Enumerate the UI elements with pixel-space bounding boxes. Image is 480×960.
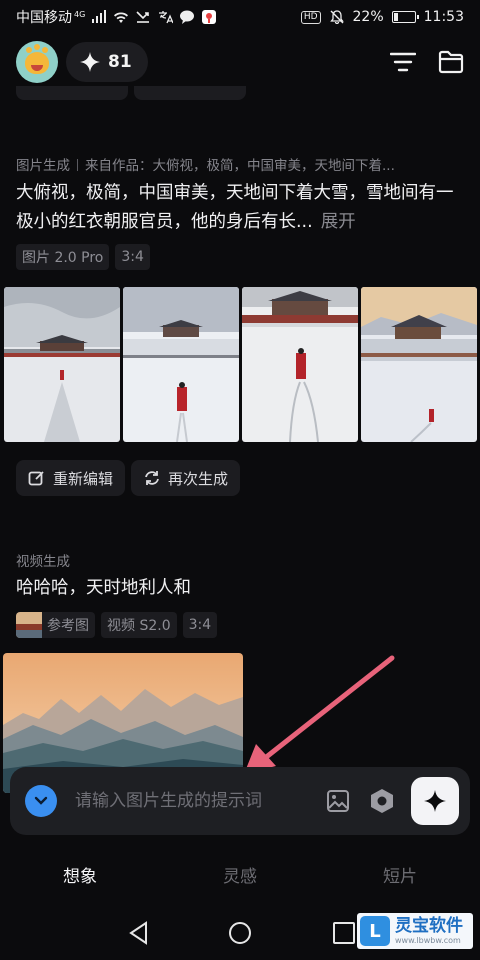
prev-action-button[interactable] bbox=[16, 86, 128, 100]
wifi-icon bbox=[114, 12, 129, 23]
bottom-tab-bar: 想象 灵感 短片 bbox=[0, 852, 480, 902]
image-upload-button[interactable] bbox=[321, 784, 355, 818]
settings-button[interactable] bbox=[365, 784, 399, 818]
signal-icon bbox=[92, 10, 107, 23]
tab-inspiration[interactable]: 灵感 bbox=[160, 852, 320, 902]
regenerate-button[interactable]: 再次生成 bbox=[131, 460, 241, 496]
re-edit-button[interactable]: 重新编辑 bbox=[16, 460, 126, 496]
recents-icon[interactable] bbox=[331, 920, 357, 946]
post-tags: 参考图 视频 S2.0 3:4 bbox=[16, 612, 218, 638]
watermark-icon: L bbox=[360, 916, 390, 946]
post-tags: 图片 2.0 Pro 3:4 bbox=[16, 244, 150, 270]
image-icon bbox=[327, 790, 349, 812]
credits-button[interactable]: 81 bbox=[66, 42, 148, 82]
home-icon[interactable] bbox=[227, 920, 253, 946]
generated-images bbox=[4, 287, 477, 442]
mute-icon bbox=[329, 10, 344, 24]
post-prompt[interactable]: 大俯视，极简，中国审美，天地间下着大雪，雪地间有一极小的红衣朝服官员，他的身后有… bbox=[16, 179, 464, 237]
back-icon[interactable] bbox=[126, 920, 152, 946]
app-notification-icon bbox=[202, 10, 217, 24]
generated-image[interactable] bbox=[361, 287, 477, 442]
reference-thumbnail bbox=[16, 612, 42, 638]
credits-count: 81 bbox=[108, 52, 132, 72]
network-type: 4G bbox=[74, 9, 86, 19]
post-actions: 重新编辑 再次生成 bbox=[16, 460, 241, 496]
hd-badge: HD bbox=[300, 10, 321, 24]
reference-image-tag[interactable]: 参考图 bbox=[16, 612, 95, 638]
prompt-input-bar bbox=[10, 767, 470, 835]
generate-button[interactable] bbox=[411, 777, 459, 825]
model-tag: 图片 2.0 Pro bbox=[16, 244, 110, 270]
watermark-title: 灵宝软件 bbox=[395, 916, 463, 936]
expand-link[interactable]: 展开 bbox=[321, 212, 356, 232]
refresh-icon bbox=[145, 471, 159, 485]
chevron-down-icon bbox=[34, 796, 48, 805]
carrier-label: 中国移动 bbox=[16, 10, 72, 26]
post-meta: 视频生成 bbox=[16, 550, 70, 570]
post-source[interactable]: 来自作品：大俯视，极简，中国审美，天地间下着... bbox=[85, 158, 395, 174]
ratio-tag: 3:4 bbox=[115, 244, 150, 270]
hexagon-settings-icon bbox=[371, 789, 393, 813]
avatar[interactable] bbox=[16, 41, 58, 83]
status-bar: 中国移动 4G HD 22% 11:53 bbox=[0, 0, 480, 34]
generated-image[interactable] bbox=[4, 287, 120, 442]
filter-icon[interactable] bbox=[390, 51, 416, 73]
tab-shorts[interactable]: 短片 bbox=[320, 852, 480, 902]
battery-icon bbox=[391, 11, 419, 23]
watermark-logo: L 灵宝软件 www.lbwbw.com bbox=[357, 913, 473, 949]
missed-call-icon bbox=[136, 11, 150, 23]
watermark-url: www.lbwbw.com bbox=[395, 936, 461, 945]
model-tag: 视频 S2.0 bbox=[101, 612, 177, 638]
message-icon bbox=[180, 10, 195, 24]
prompt-input[interactable] bbox=[75, 791, 311, 811]
sparkle-icon bbox=[424, 790, 446, 812]
clock: 11:53 bbox=[423, 9, 464, 25]
tab-imagine[interactable]: 想象 bbox=[0, 852, 160, 902]
post-meta: 图片生成 来自作品：大俯视，极简，中国审美，天地间下着... bbox=[16, 154, 395, 174]
edit-icon bbox=[28, 471, 44, 486]
post-type-label: 视频生成 bbox=[16, 554, 70, 570]
sparkle-icon bbox=[80, 52, 100, 72]
prev-action-button[interactable] bbox=[134, 86, 246, 100]
generated-image[interactable] bbox=[123, 287, 239, 442]
battery-percent: 22% bbox=[352, 9, 384, 25]
folder-icon[interactable] bbox=[438, 50, 464, 74]
collapse-button[interactable] bbox=[25, 785, 57, 817]
app-header: 81 bbox=[0, 38, 480, 86]
ratio-tag: 3:4 bbox=[182, 612, 218, 638]
post-prompt[interactable]: 哈哈哈，天时地利人和 bbox=[16, 574, 464, 603]
translate-icon bbox=[159, 11, 174, 24]
generated-image[interactable] bbox=[242, 287, 358, 442]
post-type-label: 图片生成 bbox=[16, 158, 70, 174]
